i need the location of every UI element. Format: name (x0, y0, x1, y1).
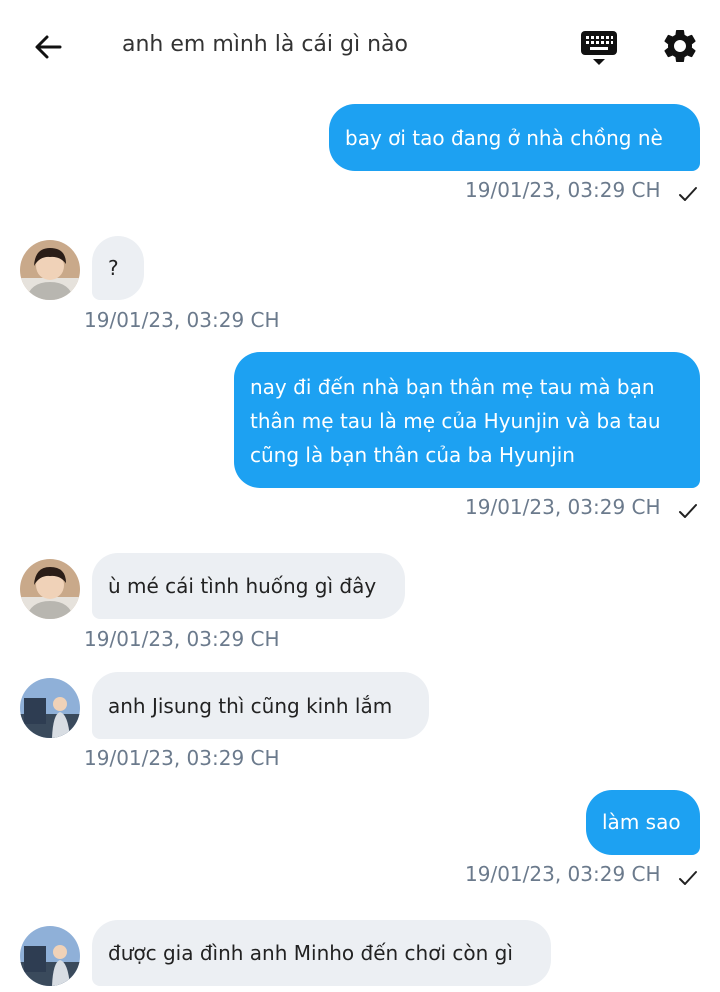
avatar-person-2 (20, 926, 80, 986)
outgoing-message-bubble[interactable]: bay ơi tao đang ở nhà chồng nè (329, 104, 700, 171)
gear-icon (664, 29, 696, 62)
message-timestamp: 19/01/23, 03:29 CH (465, 495, 661, 519)
message-text: anh Jisung thì cũng kinh lắm (108, 694, 393, 718)
message-timestamp: 19/01/23, 03:29 CH (84, 627, 280, 651)
message-text-line: cũng là bạn thân của ba Hyunjin (250, 443, 575, 467)
incoming-message-bubble[interactable]: được gia đình anh Minho đến chơi còn gì (92, 920, 551, 986)
avatar-person-1 (20, 240, 80, 300)
message-text: làm sao (602, 810, 681, 834)
message-timestamp: 19/01/23, 03:29 CH (84, 746, 280, 770)
message-text: ù mé cái tình huống gì đây (108, 574, 377, 598)
conversation-title: anh em mình là cái gì nào (122, 32, 408, 57)
avatar[interactable] (20, 559, 80, 619)
message-text: được gia đình anh Minho đến chơi còn gì (108, 941, 513, 965)
avatar-person-1 (20, 559, 80, 619)
outgoing-message-bubble[interactable]: làm sao (586, 790, 700, 855)
incoming-message-bubble[interactable]: anh Jisung thì cũng kinh lắm (92, 672, 429, 739)
message-text-line: nay đi đến nhà bạn thân mẹ tau mà bạn (250, 375, 655, 399)
avatar[interactable] (20, 926, 80, 986)
message-timestamp: 19/01/23, 03:29 CH (465, 862, 661, 886)
settings-button[interactable] (660, 26, 700, 66)
outgoing-message-bubble[interactable]: nay đi đến nhà bạn thân mẹ tau mà bạn th… (234, 352, 700, 488)
chat-header: anh em mình là cái gì nào (0, 0, 720, 92)
incoming-message-bubble[interactable]: ù mé cái tình huống gì đây (92, 553, 405, 619)
incoming-message-bubble[interactable]: ? (92, 236, 144, 300)
checkmark-icon (679, 187, 697, 201)
avatar[interactable] (20, 240, 80, 300)
checkmark-icon (679, 871, 697, 885)
back-button[interactable] (28, 28, 68, 68)
message-timestamp: 19/01/23, 03:29 CH (84, 308, 280, 332)
keyboard-icon (581, 31, 617, 65)
avatar-person-2 (20, 678, 80, 738)
message-text: ? (108, 256, 119, 280)
keyboard-button[interactable] (578, 28, 620, 68)
checkmark-icon (679, 504, 697, 518)
avatar[interactable] (20, 678, 80, 738)
message-text: bay ơi tao đang ở nhà chồng nè (345, 126, 663, 150)
message-text-line: thân mẹ tau là mẹ của Hyunjin và ba tau (250, 409, 661, 433)
arrow-left-icon (35, 35, 62, 59)
message-timestamp: 19/01/23, 03:29 CH (465, 178, 661, 202)
